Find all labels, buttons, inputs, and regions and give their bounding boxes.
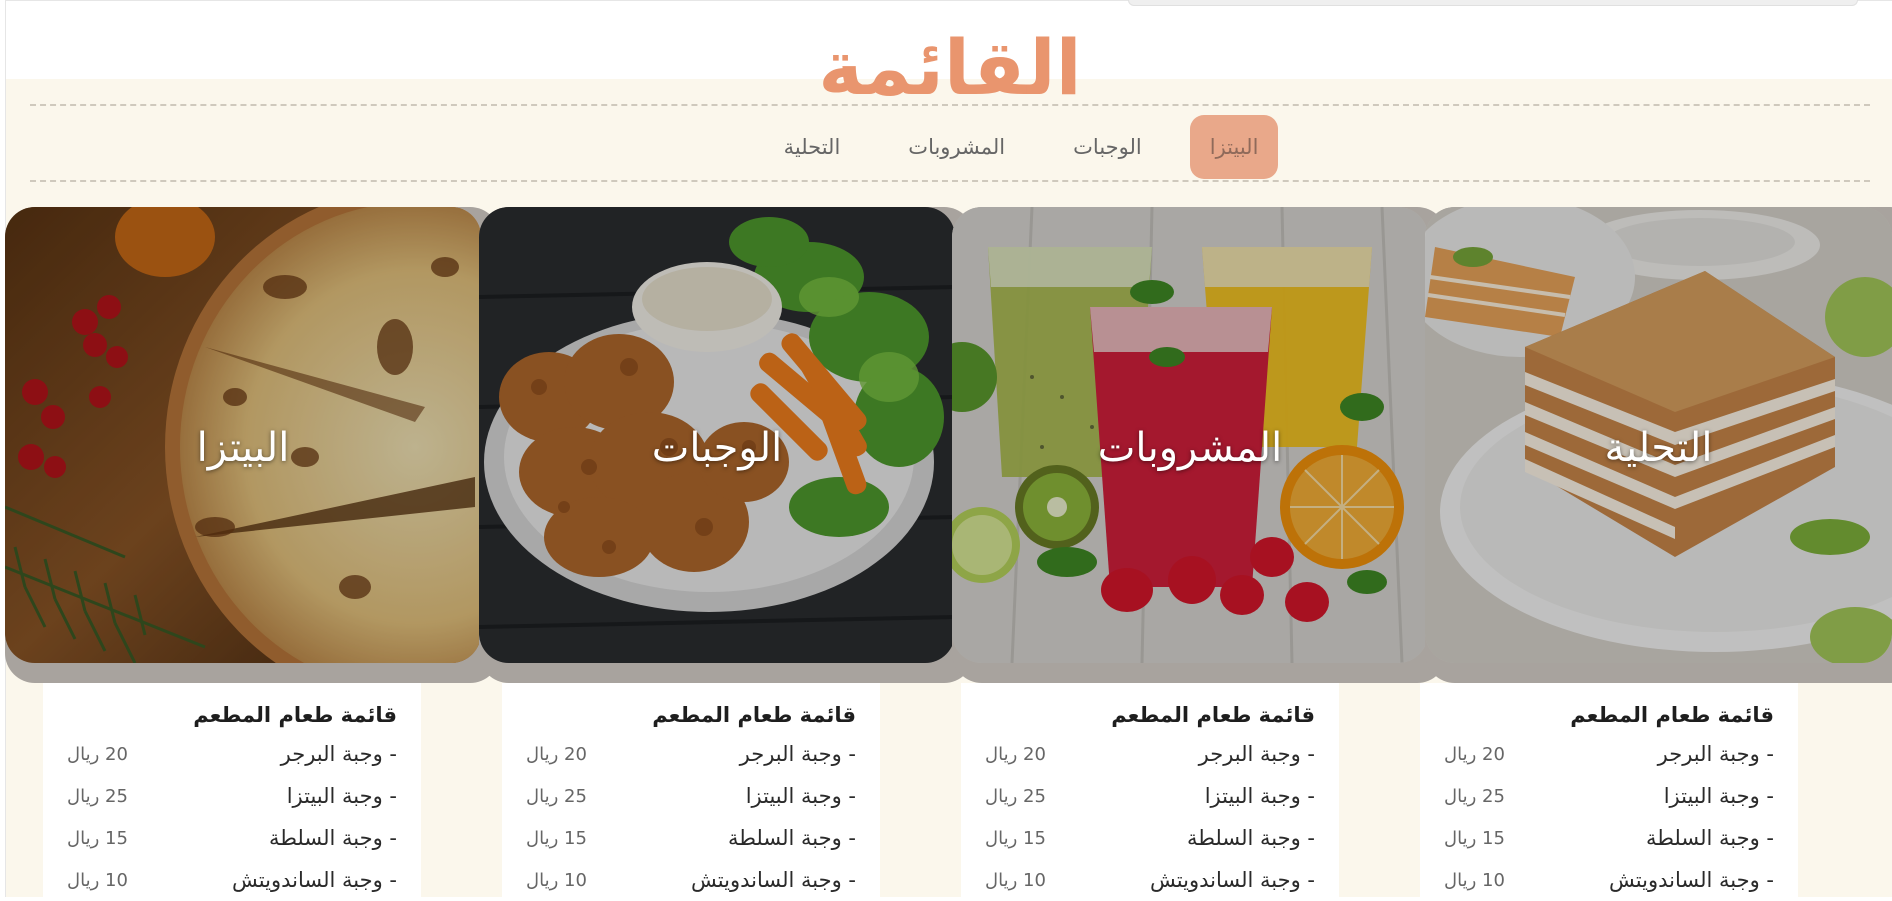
- menu-row: - وجبة الساندويتش 10 ريال: [67, 859, 397, 901]
- menu-title: قائمة طعام المطعم: [193, 703, 397, 727]
- category-tabs: البيتزا الوجبات المشروبات التحلية: [0, 115, 1892, 179]
- menu-item-name: - وجبة البيتزا: [286, 784, 397, 808]
- tab-meals[interactable]: الوجبات: [1053, 115, 1162, 179]
- page-title: القائمة: [818, 23, 1082, 112]
- menu-title: قائمة طعام المطعم: [1111, 703, 1315, 727]
- menu-item-name: - وجبة البيتزا: [745, 784, 856, 808]
- menu-item-name: - وجبة الساندويتش: [1150, 868, 1315, 892]
- menu-item-price: 25 ريال: [1444, 785, 1505, 807]
- divider-top: [30, 104, 1870, 106]
- menu-item-name: - وجبة الساندويتش: [691, 868, 856, 892]
- card-label: البيتزا: [196, 425, 290, 471]
- menu-row: - وجبة البرجر 20 ريال: [526, 733, 856, 775]
- pizza-photo: البيتزا: [5, 207, 481, 663]
- menu-item-name: - وجبة البيتزا: [1663, 784, 1774, 808]
- menu-row: - وجبة السلطة 15 ريال: [985, 817, 1315, 859]
- menu-item-name: - وجبة السلطة: [727, 826, 856, 850]
- menu-item-price: 10 ريال: [526, 869, 587, 891]
- menu-item-price: 20 ريال: [67, 743, 128, 765]
- menu-item-price: 25 ريال: [67, 785, 128, 807]
- tab-pizza[interactable]: البيتزا: [1189, 115, 1279, 179]
- menu-row: - وجبة السلطة 15 ريال: [526, 817, 856, 859]
- menu-panel-desserts: قائمة طعام المطعم - وجبة البرجر 20 ريال …: [1420, 683, 1798, 897]
- menu-item-name: - وجبة الساندويتش: [232, 868, 397, 892]
- menu-item-name: - وجبة البرجر: [1198, 742, 1315, 766]
- menu-item-name: - وجبة السلطة: [1645, 826, 1774, 850]
- menu-panel-meals: قائمة طعام المطعم - وجبة البرجر 20 ريال …: [502, 683, 880, 897]
- menu-item-price: 20 ريال: [1444, 743, 1505, 765]
- card-drinks[interactable]: المشروبات: [952, 207, 1447, 683]
- menu-panel-pizza: قائمة طعام المطعم - وجبة البرجر 20 ريال …: [43, 683, 421, 897]
- card-desserts[interactable]: التحلية: [1425, 207, 1892, 683]
- menu-item-name: - وجبة الساندويتش: [1609, 868, 1774, 892]
- menu-item-price: 20 ريال: [985, 743, 1046, 765]
- card-label: المشروبات: [1097, 425, 1283, 471]
- menu-row: - وجبة البرجر 20 ريال: [985, 733, 1315, 775]
- menu-title: قائمة طعام المطعم: [652, 703, 856, 727]
- top-scroll-bar: [1128, 0, 1858, 6]
- menu-panel-drinks: قائمة طعام المطعم - وجبة البرجر 20 ريال …: [961, 683, 1339, 897]
- tab-drinks[interactable]: المشروبات: [888, 115, 1025, 179]
- menu-row: - وجبة السلطة 15 ريال: [67, 817, 397, 859]
- menu-row: - وجبة السلطة 15 ريال: [1444, 817, 1774, 859]
- menu-row: - وجبة الساندويتش 10 ريال: [526, 859, 856, 901]
- menu-row: - وجبة البيتزا 25 ريال: [67, 775, 397, 817]
- menu-title: قائمة طعام المطعم: [1570, 703, 1774, 727]
- cake-photo: التحلية: [1425, 207, 1892, 663]
- fried-chicken-photo: الوجبات: [479, 207, 955, 663]
- menu-item-name: - وجبة السلطة: [268, 826, 397, 850]
- menu-row: - وجبة البيتزا 25 ريال: [1444, 775, 1774, 817]
- category-cards: البيتزا الوجبات المشروبات التحلية: [5, 207, 1892, 687]
- menu-item-price: 10 ريال: [1444, 869, 1505, 891]
- menu-row: - وجبة البرجر 20 ريال: [67, 733, 397, 775]
- card-label: التحلية: [1604, 425, 1713, 471]
- menu-item-price: 25 ريال: [985, 785, 1046, 807]
- menu-item-name: - وجبة السلطة: [1186, 826, 1315, 850]
- menu-item-price: 10 ريال: [985, 869, 1046, 891]
- menu-row: - وجبة البيتزا 25 ريال: [526, 775, 856, 817]
- divider-bottom: [30, 180, 1870, 182]
- card-meals[interactable]: الوجبات: [479, 207, 974, 683]
- juices-photo: المشروبات: [952, 207, 1428, 663]
- tab-desserts[interactable]: التحلية: [764, 115, 861, 179]
- menu-row: - وجبة البيتزا 25 ريال: [985, 775, 1315, 817]
- menu-row: - وجبة البرجر 20 ريال: [1444, 733, 1774, 775]
- menu-item-price: 10 ريال: [67, 869, 128, 891]
- menu-item-price: 25 ريال: [526, 785, 587, 807]
- menu-item-price: 15 ريال: [67, 827, 128, 849]
- card-pizza[interactable]: البيتزا: [5, 207, 500, 683]
- menu-row: - وجبة الساندويتش 10 ريال: [985, 859, 1315, 901]
- card-label: الوجبات: [651, 425, 783, 471]
- menu-item-name: - وجبة البيتزا: [1204, 784, 1315, 808]
- menu-item-price: 15 ريال: [985, 827, 1046, 849]
- menu-item-name: - وجبة البرجر: [280, 742, 397, 766]
- menu-item-price: 20 ريال: [526, 743, 587, 765]
- menu-row: - وجبة الساندويتش 10 ريال: [1444, 859, 1774, 901]
- menu-item-price: 15 ريال: [526, 827, 587, 849]
- menu-item-price: 15 ريال: [1444, 827, 1505, 849]
- menu-item-name: - وجبة البرجر: [739, 742, 856, 766]
- menu-item-name: - وجبة البرجر: [1657, 742, 1774, 766]
